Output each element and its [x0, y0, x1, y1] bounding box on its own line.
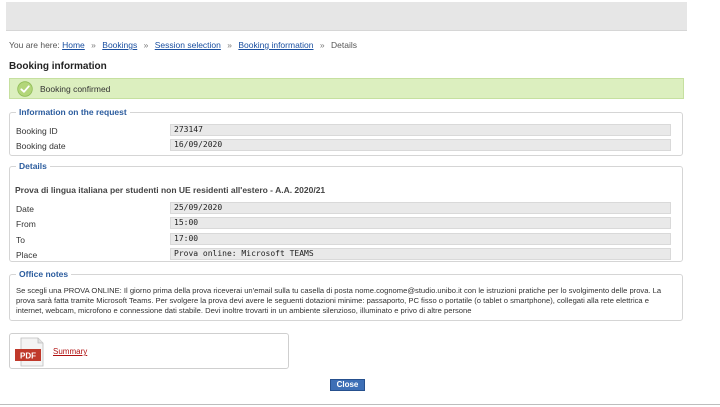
request-info-legend: Information on the request	[16, 107, 130, 117]
page-title: Booking information	[9, 61, 107, 72]
breadcrumb-session-selection-link[interactable]: Session selection	[155, 40, 221, 50]
breadcrumb-separator: »	[319, 40, 325, 50]
from-label: From	[16, 219, 36, 229]
breadcrumb-home-link[interactable]: Home	[62, 40, 85, 50]
breadcrumb-booking-information-link[interactable]: Booking information	[238, 40, 313, 50]
confirmation-banner: Booking confirmed	[9, 78, 684, 99]
breadcrumb-bookings-link[interactable]: Bookings	[102, 40, 137, 50]
exam-title: Prova di lingua italiana per studenti no…	[15, 185, 326, 195]
details-section: Details Prova di lingua italiana per stu…	[9, 161, 683, 262]
summary-attachment: PDF Summary	[9, 333, 289, 369]
to-label: To	[16, 235, 25, 245]
details-legend: Details	[16, 161, 50, 171]
pdf-file-icon[interactable]: PDF	[14, 337, 46, 367]
office-notes-section: Office notes Se scegli una PROVA ONLINE:…	[9, 269, 683, 321]
place-label: Place	[16, 250, 38, 260]
breadcrumb-separator: »	[227, 40, 232, 50]
booking-date-value: 16/09/2020	[170, 139, 671, 151]
breadcrumb-prefix: You are here:	[9, 40, 60, 50]
from-value: 15:00	[170, 217, 671, 229]
breadcrumb-separator: »	[143, 40, 149, 50]
to-value: 17:00	[170, 233, 671, 245]
place-value: Prova online: Microsoft TEAMS	[170, 248, 671, 260]
office-notes-text: Se scegli una PROVA ONLINE: Il giorno pr…	[16, 286, 662, 315]
pdf-icon-label: PDF	[20, 351, 36, 360]
date-value: 25/09/2020	[170, 202, 671, 214]
top-header-bar	[6, 2, 687, 31]
booking-id-value: 273147	[170, 124, 671, 136]
close-button[interactable]: Close	[330, 379, 365, 391]
breadcrumb-current: Details	[331, 40, 357, 50]
confirmation-text: Booking confirmed	[40, 84, 111, 94]
bottom-divider	[0, 404, 720, 405]
booking-date-label: Booking date	[16, 141, 66, 151]
office-notes-legend: Office notes	[16, 269, 72, 279]
request-info-section: Information on the request Booking ID 27…	[9, 107, 683, 156]
breadcrumb-separator: »	[91, 40, 96, 50]
booking-id-label: Booking ID	[16, 126, 58, 136]
check-circle-icon	[17, 81, 33, 97]
date-label: Date	[16, 204, 34, 214]
summary-link[interactable]: Summary	[53, 347, 87, 356]
breadcrumb: You are here: Home » Bookings » Session …	[9, 40, 357, 50]
